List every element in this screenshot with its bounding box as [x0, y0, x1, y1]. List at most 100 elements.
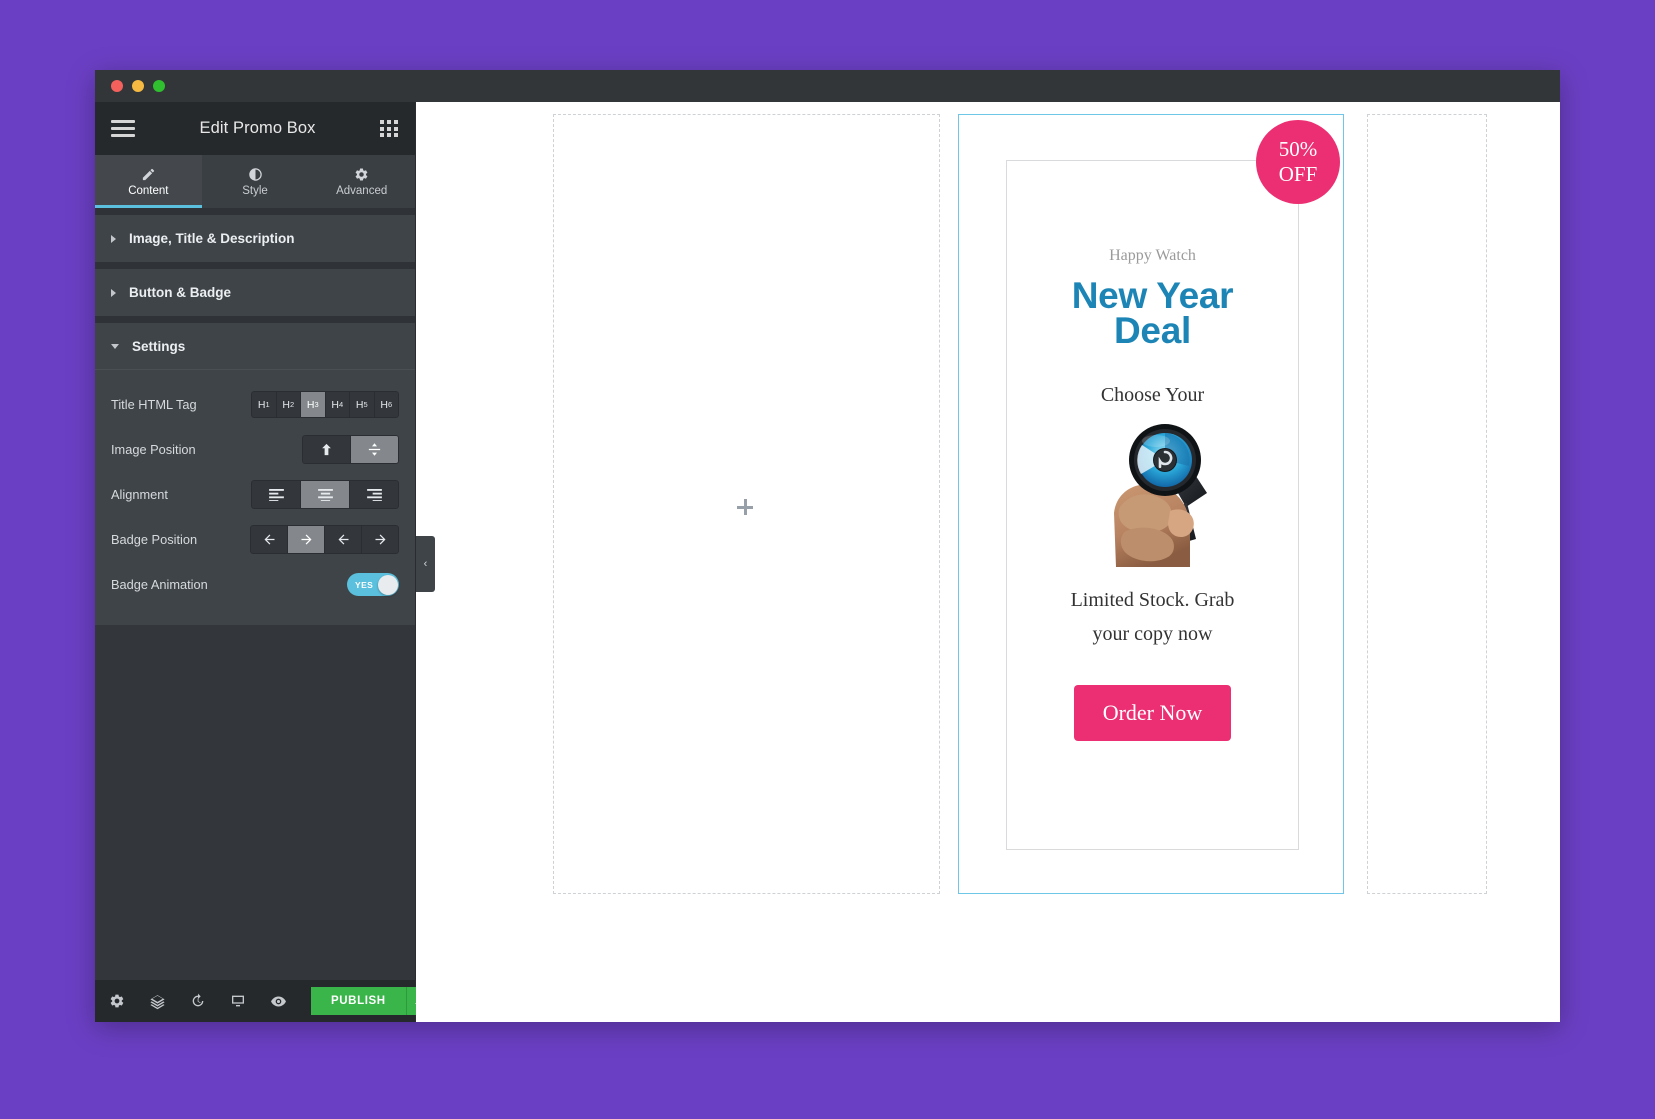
badge-off-line: OFF — [1278, 162, 1318, 186]
image-position-options — [302, 435, 399, 464]
arrow-right-icon — [301, 534, 311, 545]
title-html-tag-options: H1 H2 H3 H4 H5 H6 — [251, 391, 399, 418]
control-badge-position: Badge Position — [95, 517, 415, 562]
window-body: Edit Promo Box Content Style Advanced Im… — [95, 102, 1560, 1022]
image-position-middle-button[interactable] — [350, 435, 399, 464]
discount-badge: 50% OFF — [1256, 120, 1340, 204]
control-title-html-tag: Title HTML Tag H1 H2 H3 H4 H5 H6 — [95, 382, 415, 427]
badge-animation-state-label: YES — [355, 579, 374, 590]
title-tag-h5[interactable]: H5 — [349, 391, 375, 418]
align-left-icon — [268, 488, 284, 501]
settings-gear-icon[interactable] — [109, 993, 125, 1009]
control-alignment: Alignment — [95, 472, 415, 517]
image-position-label: Image Position — [111, 442, 196, 457]
pencil-icon — [142, 168, 154, 180]
empty-column-right[interactable] — [1367, 114, 1487, 894]
panel-title: Edit Promo Box — [199, 119, 316, 137]
section-button-badge[interactable]: Button & Badge — [95, 269, 415, 316]
arrow-split-vertical-icon — [368, 443, 381, 456]
settings-controls: Title HTML Tag H1 H2 H3 H4 H5 H6 Image P… — [95, 370, 415, 625]
promo-title: New Year Deal — [1072, 277, 1234, 351]
align-center-icon — [317, 488, 333, 501]
hand-holding-watch-image — [1086, 415, 1220, 567]
eye-preview-icon[interactable] — [270, 993, 287, 1010]
tab-style[interactable]: Style — [202, 155, 309, 208]
title-tag-h6[interactable]: H6 — [373, 391, 399, 418]
tab-content-label: Content — [128, 184, 169, 197]
tab-advanced[interactable]: Advanced — [308, 155, 415, 208]
editor-canvas: 50% OFF Happy Watch New Year Deal Choose… — [416, 102, 1560, 1022]
badge-position-top-right-button[interactable] — [287, 525, 325, 554]
badge-position-label: Badge Position — [111, 532, 198, 547]
history-icon[interactable] — [190, 993, 206, 1009]
tab-content[interactable]: Content — [95, 155, 202, 208]
badge-position-top-left-button[interactable] — [250, 525, 288, 554]
chevron-down-icon — [111, 343, 119, 349]
maximize-window-button[interactable] — [153, 80, 165, 92]
panel-empty-space — [95, 625, 415, 980]
badge-animation-toggle[interactable]: YES — [347, 573, 399, 596]
panel-header: Edit Promo Box — [95, 102, 415, 155]
control-badge-animation: Badge Animation YES — [95, 562, 415, 607]
title-tag-h1[interactable]: H1 — [251, 391, 277, 418]
badge-position-bottom-right-button[interactable] — [361, 525, 399, 554]
panel-footer-toolbar: PUBLISH — [95, 980, 433, 1022]
promo-description-top: Choose Your — [1100, 384, 1205, 406]
chevron-right-icon — [111, 234, 116, 243]
badge-position-options — [250, 525, 399, 554]
toggle-knob — [377, 574, 398, 595]
promo-box-widget[interactable]: 50% OFF Happy Watch New Year Deal Choose… — [1006, 120, 1340, 850]
contrast-icon — [248, 167, 262, 181]
section-divider — [95, 262, 415, 269]
panel-tabs: Content Style Advanced — [95, 155, 415, 208]
section-divider — [95, 208, 415, 215]
section-image-title-description[interactable]: Image, Title & Description — [95, 215, 415, 262]
tab-style-label: Style — [242, 184, 268, 197]
publish-control: PUBLISH — [311, 987, 433, 1015]
order-now-button[interactable]: Order Now — [1073, 685, 1232, 741]
section-settings[interactable]: Settings — [95, 323, 415, 370]
publish-button[interactable]: PUBLISH — [311, 987, 406, 1015]
title-html-tag-label: Title HTML Tag — [111, 397, 197, 412]
layers-icon[interactable] — [149, 993, 166, 1010]
control-image-position: Image Position — [95, 427, 415, 472]
align-left-button[interactable] — [251, 480, 301, 509]
alignment-label: Alignment — [111, 487, 168, 502]
promo-title-line2: Deal — [1114, 310, 1191, 351]
align-right-icon — [366, 488, 382, 501]
section-divider — [95, 316, 415, 323]
alignment-options — [251, 480, 399, 509]
section-settings-label: Settings — [132, 338, 186, 354]
image-position-top-button[interactable] — [302, 435, 351, 464]
title-tag-h3[interactable]: H3 — [300, 391, 326, 418]
panel-collapse-handle[interactable]: ‹ — [416, 536, 435, 592]
desktop-icon[interactable] — [230, 993, 246, 1009]
section-image-title-description-label: Image, Title & Description — [129, 231, 295, 246]
close-window-button[interactable] — [111, 80, 123, 92]
minimize-window-button[interactable] — [132, 80, 144, 92]
title-tag-h4[interactable]: H4 — [324, 391, 350, 418]
arrow-left-icon — [264, 534, 274, 545]
chevron-right-icon — [111, 288, 116, 297]
arrow-right-icon — [375, 534, 385, 545]
align-right-button[interactable] — [349, 480, 399, 509]
application-window: Edit Promo Box Content Style Advanced Im… — [95, 70, 1560, 1022]
window-titlebar — [95, 70, 1560, 102]
title-tag-h2[interactable]: H2 — [275, 391, 301, 418]
arrow-up-icon — [322, 443, 331, 456]
grid-apps-icon[interactable] — [380, 120, 399, 137]
align-center-button[interactable] — [300, 480, 350, 509]
editor-sidebar-panel: Edit Promo Box Content Style Advanced Im… — [95, 102, 435, 1022]
badge-animation-label: Badge Animation — [111, 577, 208, 592]
tab-advanced-label: Advanced — [336, 184, 388, 197]
gear-icon — [355, 167, 368, 181]
hamburger-menu-icon[interactable] — [111, 120, 135, 137]
badge-position-bottom-left-button[interactable] — [324, 525, 362, 554]
badge-percent-line: 50% — [1278, 137, 1318, 161]
section-button-badge-label: Button & Badge — [129, 285, 231, 300]
arrow-left-icon — [338, 534, 348, 545]
promo-subtitle: Happy Watch — [1109, 247, 1196, 264]
add-element-plus-icon[interactable] — [737, 499, 753, 515]
selected-widget-column[interactable]: 50% OFF Happy Watch New Year Deal Choose… — [958, 114, 1344, 894]
promo-description-bottom: Limited Stock. Grab your copy now — [1070, 589, 1235, 645]
